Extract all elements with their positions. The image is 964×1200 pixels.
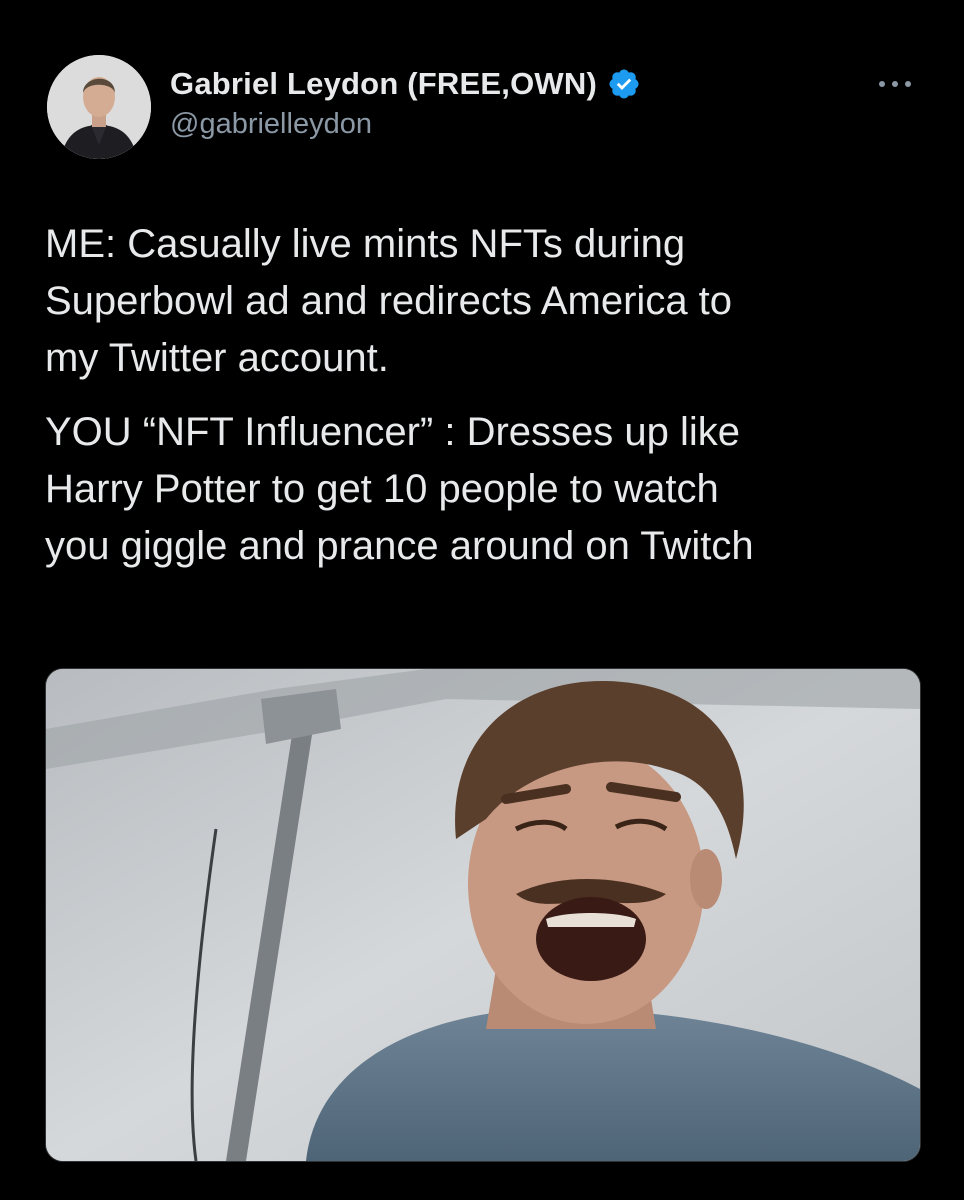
author-info: Gabriel Leydon (FREE,OWN) @gabrielleydon: [170, 64, 641, 141]
tweet-media-image[interactable]: [45, 668, 921, 1162]
name-row: Gabriel Leydon (FREE,OWN): [170, 64, 641, 104]
laughing-man-photo: [46, 669, 920, 1161]
tweet: Gabriel Leydon (FREE,OWN) @gabrielleydon…: [0, 0, 964, 1200]
profile-photo: [47, 55, 151, 159]
tweet-paragraph: YOU “NFT Influencer” : Dresses up like H…: [45, 410, 754, 568]
display-name[interactable]: Gabriel Leydon (FREE,OWN): [170, 66, 597, 102]
tweet-paragraph: ME: Casually live mints NFTs during Supe…: [45, 222, 733, 380]
tweet-text: ME: Casually live mints NFTs during Supe…: [45, 216, 935, 592]
more-options-icon[interactable]: [873, 72, 917, 96]
handle[interactable]: @gabrielleydon: [170, 108, 641, 141]
verified-badge-icon: [607, 67, 641, 101]
avatar[interactable]: [47, 55, 151, 159]
